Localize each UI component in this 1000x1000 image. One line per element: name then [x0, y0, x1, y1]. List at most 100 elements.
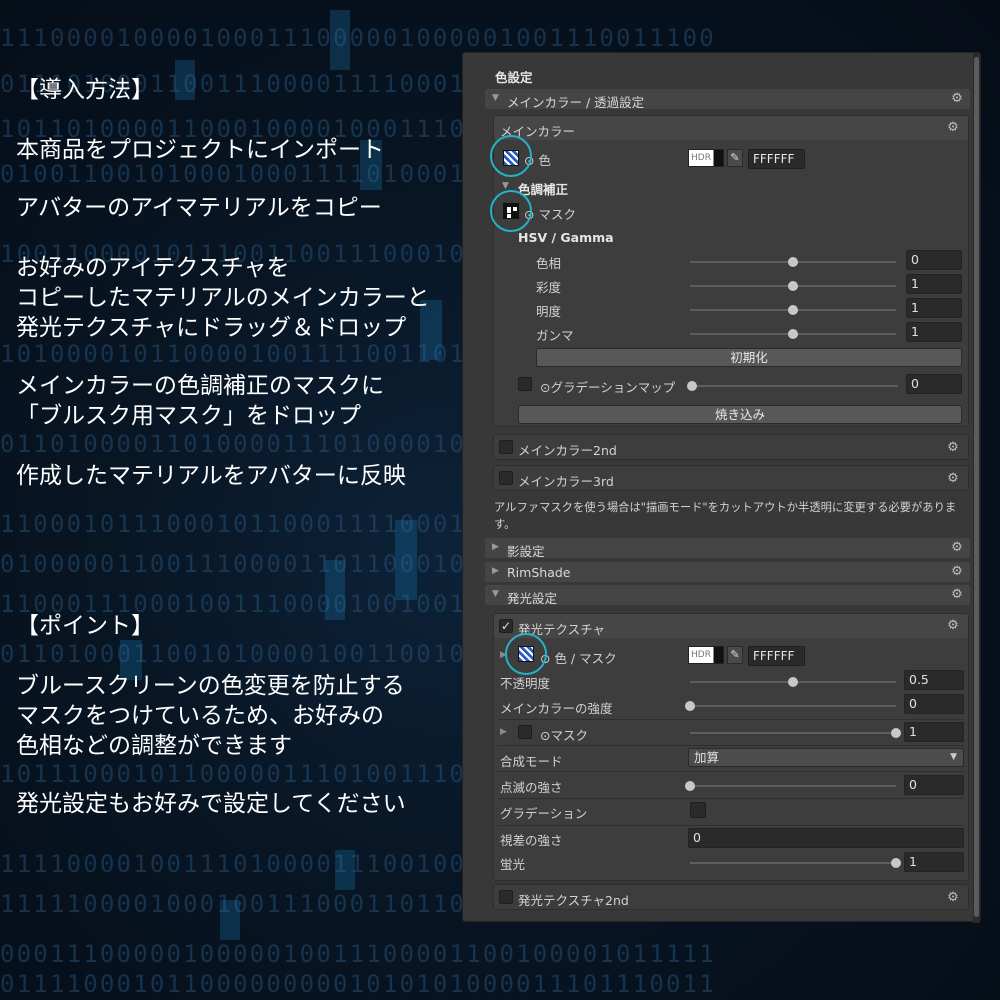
panel-title: 色設定 — [495, 70, 533, 85]
bake-button[interactable]: 焼き込み — [518, 405, 962, 424]
alpha-note-1: アルファマスクを使う場合は"描画モード"をカットアウトか半透明に変更する必要があ… — [494, 501, 957, 514]
blink-value[interactable]: 0 — [904, 775, 964, 795]
gradient-map-thumb[interactable] — [518, 377, 532, 391]
binary-row: 0001110000010000010011100001100100001011… — [0, 940, 716, 968]
gradient-map-label: グラデーションマップ — [550, 380, 676, 395]
slider-knob[interactable] — [685, 701, 695, 711]
scrollbar-thumb[interactable] — [974, 57, 979, 917]
eyedropper-icon[interactable]: ✎ — [727, 149, 743, 167]
emission-mask-value[interactable]: 1 — [904, 722, 964, 742]
slider-knob[interactable] — [788, 677, 798, 687]
emission-mask-track[interactable] — [690, 728, 901, 738]
gear-icon[interactable]: ⚙ — [946, 891, 960, 905]
slider-knob[interactable] — [788, 257, 798, 267]
section-main-color-label: メインカラー / 透過設定 — [507, 95, 645, 110]
slider-knob[interactable] — [788, 305, 798, 315]
gear-icon[interactable]: ⚙ — [950, 541, 964, 555]
color-mask-field-label: ⊙ 色 / マスク — [540, 651, 617, 666]
hsv-slider-track[interactable] — [690, 305, 896, 315]
main-color-hex[interactable]: FFFFFF — [748, 149, 805, 169]
section-rimshade-label: RimShade — [507, 565, 571, 580]
emission-2nd-checkbox[interactable] — [499, 890, 513, 904]
point-2: マスクをつけているため、お好みの — [16, 703, 384, 729]
main-color-3rd-label: メインカラー3rd — [518, 474, 614, 489]
gear-icon[interactable]: ⚙ — [950, 588, 964, 602]
step-texture-1: お好みのアイテクスチャを — [16, 255, 290, 281]
blend-mode-dropdown[interactable]: 加算 ▼ — [688, 748, 964, 767]
section-emission[interactable]: ▼ 発光設定 ⚙ — [485, 585, 970, 606]
hdr-color-swatch[interactable]: HDR — [688, 646, 724, 664]
slider-knob[interactable] — [891, 858, 901, 868]
point-3: 色相などの調整ができます — [16, 733, 292, 759]
emission-box: ✓ 発光テクスチャ ⚙ ▶ ⊙ 色 / マスク HDR ✎ FFFFFF 不透明… — [493, 613, 969, 881]
main-color-2nd-checkbox[interactable] — [499, 440, 513, 454]
main-color-2nd[interactable]: メインカラー2nd ⚙ — [493, 434, 969, 460]
emission-mask-field-label: ⊙マスク — [540, 728, 588, 743]
main-strength-value[interactable]: 0 — [904, 694, 964, 714]
fluorescence-label: 蛍光 — [500, 857, 526, 872]
mask-label: マスク — [538, 207, 576, 222]
gear-icon[interactable]: ⚙ — [946, 619, 960, 633]
gradient-map-value[interactable]: 0 — [906, 374, 962, 394]
highlight-ring — [505, 633, 547, 675]
main-color-3rd[interactable]: メインカラー3rd ⚙ — [493, 465, 969, 491]
section-rimshade[interactable]: ▶ RimShade ⚙ — [485, 562, 970, 582]
reset-button[interactable]: 初期化 — [536, 348, 962, 367]
divider — [498, 825, 964, 826]
glow-block — [325, 560, 345, 620]
gradient-map-track[interactable] — [687, 381, 898, 391]
main-strength-label: メインカラーの強度 — [500, 701, 613, 716]
emission-color-hex[interactable]: FFFFFF — [748, 646, 805, 666]
gear-icon[interactable]: ⚙ — [946, 441, 960, 455]
section-emission-label: 発光設定 — [507, 591, 558, 606]
blend-mode-value: 加算 — [694, 750, 720, 765]
hsv-slider-track[interactable] — [690, 257, 896, 267]
hsv-heading: HSV / Gamma — [518, 230, 614, 245]
main-color-3rd-checkbox[interactable] — [499, 471, 513, 485]
hsv-slider-value[interactable]: 0 — [906, 250, 962, 270]
slider-knob[interactable] — [687, 381, 697, 391]
emission-texture-header: ✓ 発光テクスチャ ⚙ — [494, 614, 968, 638]
main-color-2nd-label: メインカラー2nd — [518, 443, 617, 458]
parallax-value[interactable]: 0 — [688, 828, 964, 848]
emission-mask-label: マスク — [550, 728, 588, 743]
glow-block — [330, 10, 350, 70]
hdr-color-swatch[interactable]: HDR — [688, 149, 724, 167]
hsv-slider-track[interactable] — [690, 329, 896, 339]
main-strength-track[interactable] — [685, 701, 896, 711]
point-1: ブルースクリーンの色変更を防止する — [16, 673, 405, 699]
blend-mode-label: 合成モード — [500, 754, 563, 769]
gradation-checkbox[interactable] — [690, 802, 706, 818]
blink-track[interactable] — [685, 781, 896, 791]
section-main-color[interactable]: ▼ メインカラー / 透過設定 ⚙ — [485, 89, 970, 110]
emission-checkbox[interactable]: ✓ — [499, 619, 513, 633]
gear-icon[interactable]: ⚙ — [946, 472, 960, 486]
opacity-track[interactable] — [690, 677, 896, 687]
intro-heading: 【導入方法】 — [16, 77, 154, 103]
expand-arrow-icon[interactable]: ▶ — [500, 727, 507, 737]
gear-icon[interactable]: ⚙ — [950, 92, 964, 106]
binary-row: 0111100010110000000001010101000011101110… — [0, 970, 716, 998]
fluorescence-value[interactable]: 1 — [904, 852, 964, 872]
hsv-slider-value[interactable]: 1 — [906, 322, 962, 342]
hsv-slider-value[interactable]: 1 — [906, 274, 962, 294]
eyedropper-icon[interactable]: ✎ — [727, 646, 743, 664]
slider-knob[interactable] — [685, 781, 695, 791]
hsv-slider-label: 色相 — [536, 256, 562, 271]
slider-knob[interactable] — [788, 281, 798, 291]
emission-texture-2nd[interactable]: 発光テクスチャ2nd ⚙ — [493, 884, 969, 910]
slider-knob[interactable] — [891, 728, 901, 738]
hsv-slider-label: 明度 — [536, 304, 562, 319]
gear-icon[interactable]: ⚙ — [950, 565, 964, 579]
hsv-slider-value[interactable]: 1 — [906, 298, 962, 318]
emission-mask-thumb[interactable] — [518, 725, 532, 739]
scrollbar[interactable] — [973, 53, 980, 923]
section-shadow[interactable]: ▶ 影設定 ⚙ — [485, 538, 970, 559]
hsv-slider-track[interactable] — [690, 281, 896, 291]
fluorescence-track[interactable] — [690, 858, 901, 868]
binary-row: 1110000100001000111000001000001001110011… — [0, 24, 716, 52]
highlight-ring — [490, 135, 532, 177]
slider-knob[interactable] — [788, 329, 798, 339]
opacity-value[interactable]: 0.5 — [904, 670, 964, 690]
gear-icon[interactable]: ⚙ — [946, 121, 960, 135]
